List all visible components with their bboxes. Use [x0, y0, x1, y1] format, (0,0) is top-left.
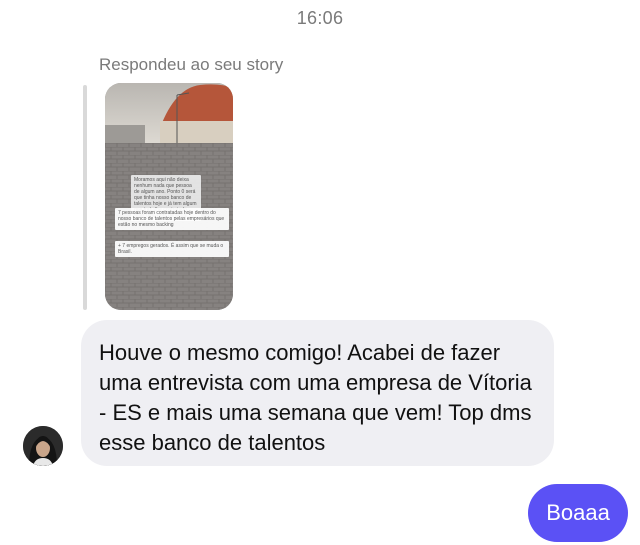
- story-caption: + 7 empregos gerados. É assim que se mud…: [115, 241, 229, 257]
- avatar[interactable]: [23, 426, 63, 466]
- story-caption: 7 pessoas foram contratadas hoje dentro …: [115, 208, 229, 230]
- story-thumbnail[interactable]: Moramos aqui não deixa nenhum nada que p…: [105, 83, 233, 310]
- story-reply-label: Respondeu ao seu story: [99, 55, 284, 74]
- outgoing-message-bubble[interactable]: Boaaa: [528, 484, 628, 542]
- avatar-image: [23, 426, 63, 466]
- reply-indicator-bar: [83, 85, 87, 310]
- message-timestamp: 16:06: [296, 8, 344, 28]
- incoming-message-bubble[interactable]: Houve o mesmo comigo! Acabei de fazer um…: [81, 320, 554, 466]
